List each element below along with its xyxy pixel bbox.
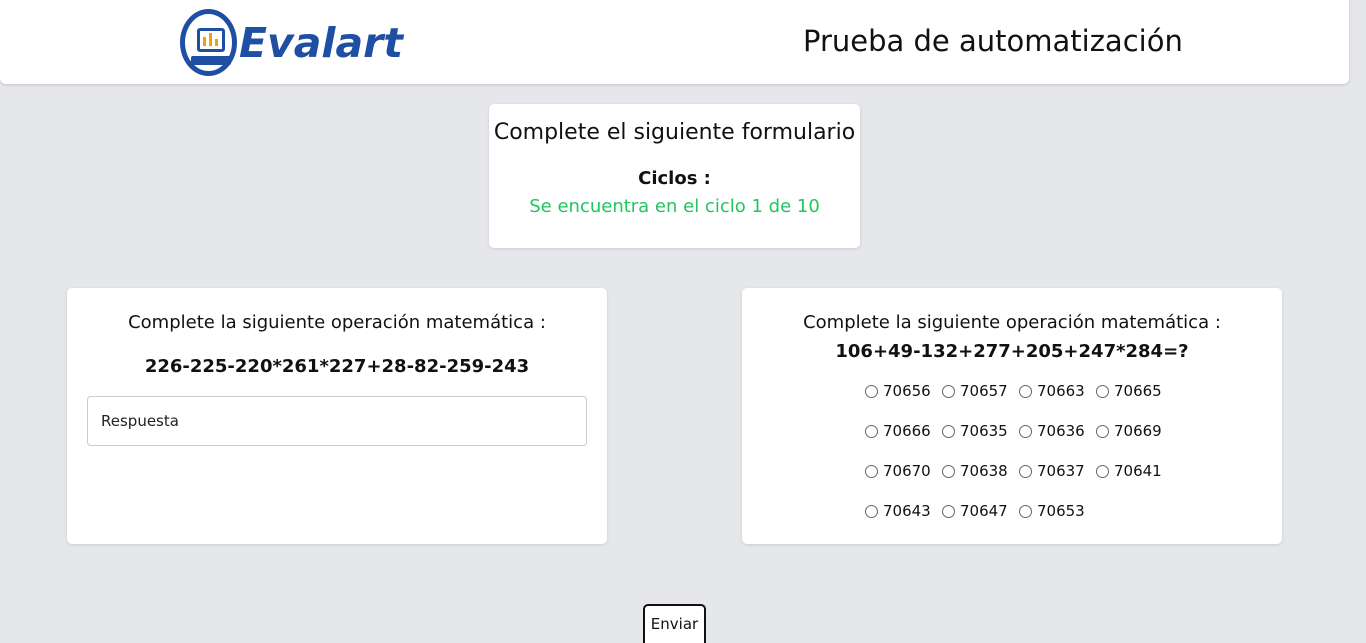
question-expression: 226-225-220*261*227+28-82-259-243	[144, 356, 530, 377]
radio-button[interactable]	[1019, 464, 1032, 478]
radio-button[interactable]	[1019, 504, 1032, 518]
radio-button[interactable]	[1096, 464, 1109, 478]
answer-option[interactable]: 70666	[865, 422, 942, 440]
radio-button[interactable]	[942, 384, 955, 398]
answer-option[interactable]: 70635	[942, 422, 1019, 440]
question-title: Complete la siguiente operación matemáti…	[128, 312, 546, 333]
evalart-logo: Evalart	[180, 9, 403, 76]
multiple-choice-question-card: Complete la siguiente operación matemáti…	[742, 288, 1282, 544]
radio-button[interactable]	[942, 504, 955, 518]
answer-option[interactable]: 70638	[942, 462, 1019, 480]
answer-input[interactable]	[87, 396, 587, 446]
radio-button[interactable]	[1019, 384, 1032, 398]
radio-button[interactable]	[865, 464, 878, 478]
logo-text: Evalart	[239, 18, 403, 67]
answer-option[interactable]: 70637	[1019, 462, 1096, 480]
submit-button[interactable]: Enviar	[643, 604, 706, 643]
radio-button[interactable]	[1019, 424, 1032, 438]
radio-button[interactable]	[865, 504, 878, 518]
page-header: Evalart Prueba de automatización	[0, 0, 1349, 84]
answer-option[interactable]: 70636	[1019, 422, 1096, 440]
answer-option[interactable]: 70670	[865, 462, 942, 480]
text-answer-question-card: Complete la siguiente operación matemáti…	[67, 288, 607, 544]
radio-button[interactable]	[1096, 384, 1109, 398]
page-title: Prueba de automatización	[803, 24, 1183, 58]
form-title: Complete el siguiente formulario	[493, 120, 856, 145]
answer-option[interactable]: 70647	[942, 502, 1019, 520]
answer-option[interactable]: 70653	[1019, 502, 1096, 520]
answer-option[interactable]: 70656	[865, 382, 942, 400]
answer-option[interactable]: 70657	[942, 382, 1019, 400]
form-info-card: Complete el siguiente formulario Ciclos …	[489, 104, 860, 248]
answer-option[interactable]: 70641	[1096, 462, 1173, 480]
answer-option[interactable]: 70663	[1019, 382, 1096, 400]
question-title: Complete la siguiente operación matemáti…	[803, 312, 1221, 333]
answer-options: 70656 70657 70663 70665 70666 70635 7063…	[865, 382, 1185, 520]
answer-option[interactable]: 70665	[1096, 382, 1173, 400]
question-expression: 106+49-132+277+205+247*284=?	[835, 341, 1189, 362]
radio-button[interactable]	[1096, 424, 1109, 438]
radio-button[interactable]	[942, 424, 955, 438]
answer-option[interactable]: 70643	[865, 502, 942, 520]
radio-button[interactable]	[865, 424, 878, 438]
cycles-label: Ciclos :	[638, 168, 711, 189]
cycles-status: Se encuentra en el ciclo 1 de 10	[529, 196, 820, 217]
answer-option[interactable]: 70669	[1096, 422, 1173, 440]
laptop-chart-icon	[180, 9, 237, 76]
radio-button[interactable]	[942, 464, 955, 478]
radio-button[interactable]	[865, 384, 878, 398]
